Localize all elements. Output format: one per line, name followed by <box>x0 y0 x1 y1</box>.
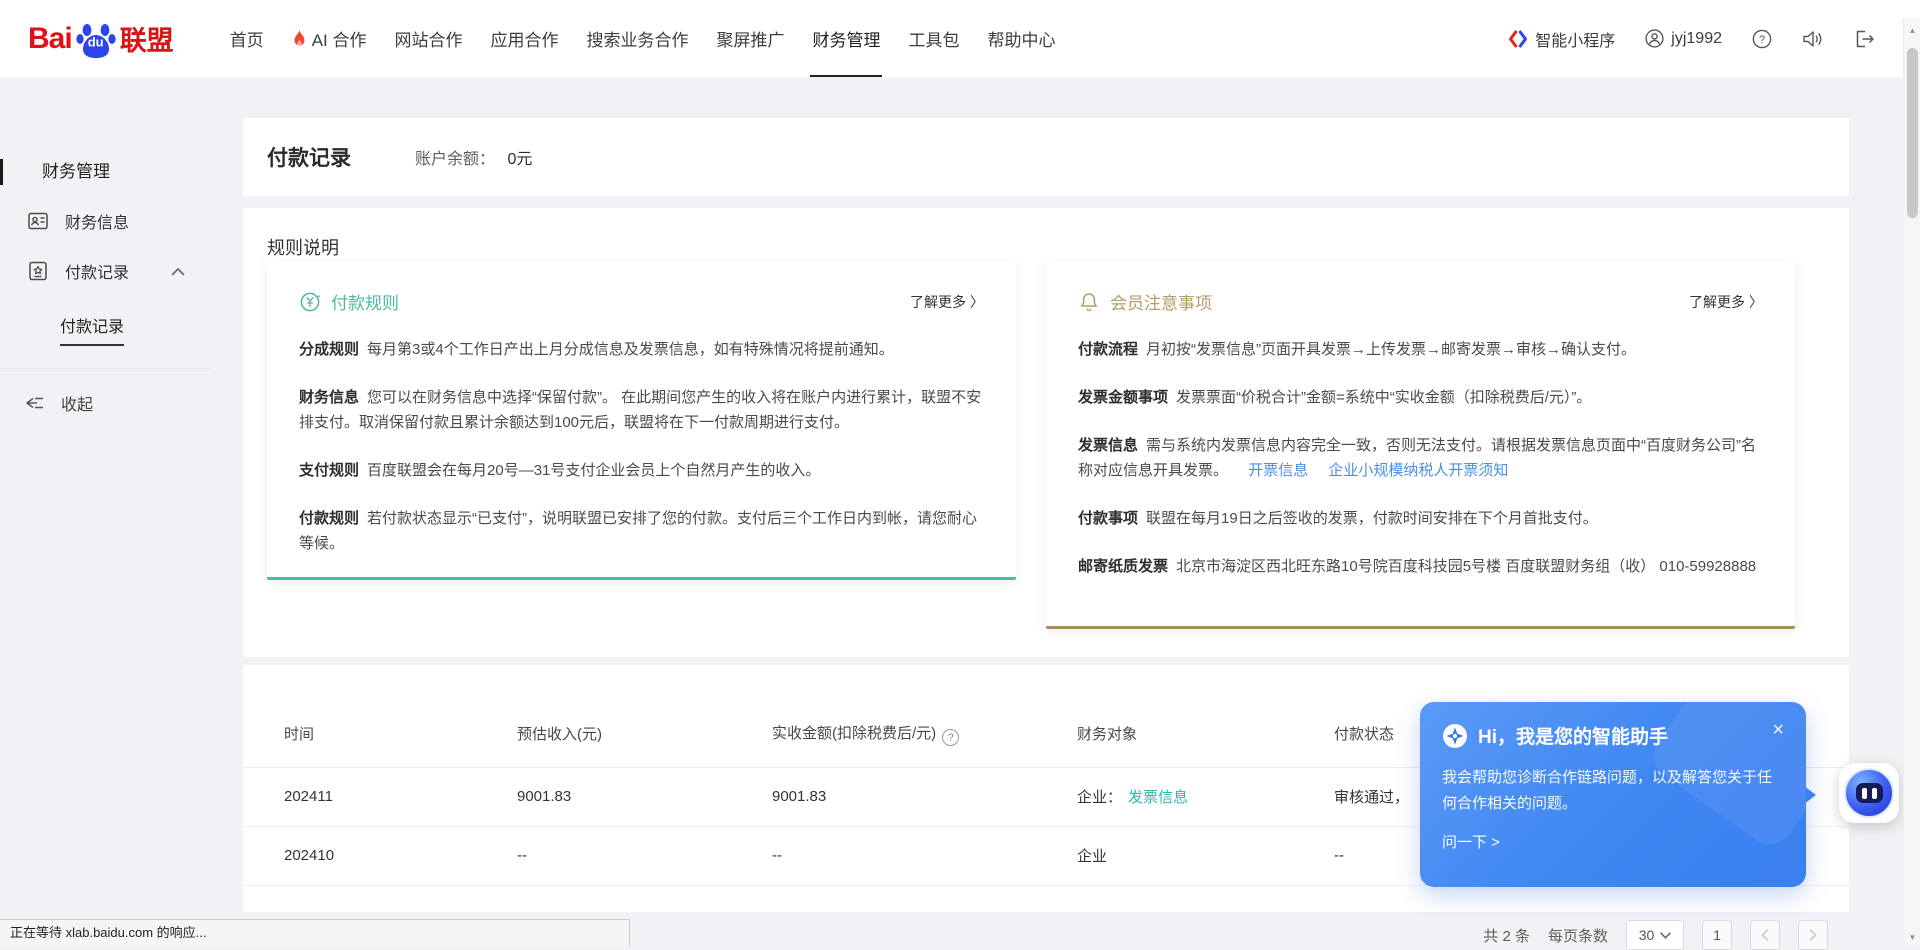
nav-item-ai[interactable]: AI 合作 <box>278 0 381 77</box>
nav-item-home[interactable]: 首页 <box>216 0 278 77</box>
chevron-right-icon: 〉 <box>970 292 984 312</box>
nav-item-search-biz[interactable]: 搜索业务合作 <box>572 0 702 77</box>
rule-item: 付款流程月初按“发票信息”页面开具发票→上传发票→邮寄发票→审核→确认支付。 <box>1078 337 1763 362</box>
cell-time: 202410 <box>243 826 517 885</box>
member-notes-card: 会员注意事项 了解更多〉 付款流程月初按“发票信息”页面开具发票→上传发票→邮寄… <box>1046 261 1795 629</box>
chevron-right-icon: 〉 <box>1749 292 1763 312</box>
bell-icon <box>1078 291 1100 313</box>
rule-item: 付款规则若付款状态显示“已支付”，说明联盟已安排了您的付款。支付后三个工作日内到… <box>299 506 984 556</box>
help-icon[interactable]: ? <box>1752 29 1772 49</box>
payment-rules-more-link[interactable]: 了解更多〉 <box>910 292 984 312</box>
flame-icon <box>292 30 307 48</box>
rule-item: 分成规则每月第3或4个工作日产出上月分成信息及发票信息，如有特殊情况将提前通知。 <box>299 337 984 362</box>
nav-item-screen-promo[interactable]: 聚屏推广 <box>702 0 798 77</box>
user-icon <box>1645 29 1664 48</box>
logo-text-union: 联盟 <box>120 19 174 58</box>
cell-finance-target: 企业 <box>1077 826 1334 885</box>
nav-menu: 首页 AI 合作 网站合作 应用合作 搜索业务合作 聚屏推广 财务管理 工具包 … <box>216 0 1070 77</box>
scroll-down-arrow[interactable]: ▼ <box>1904 933 1920 942</box>
member-notes-header: 会员注意事项 了解更多〉 <box>1078 289 1763 314</box>
balance-label: 账户余额： <box>415 151 495 168</box>
rule-item: 邮寄纸质发票北京市海淀区西北旺东路10号院百度科技园5号楼 百度联盟财务组（收）… <box>1078 554 1763 579</box>
compass-icon <box>1442 723 1468 749</box>
rule-item: 支付规则百度联盟会在每月20号—31号支付企业会员上个自然月产生的收入。 <box>299 458 984 483</box>
rule-item: 财务信息您可以在财务信息中选择“保留付款”。 在此期间您产生的收入将在账户内进行… <box>299 385 984 435</box>
miniprogram-diamond-icon <box>1508 29 1528 49</box>
sidebar-item-payment-records[interactable]: 付款记录 <box>0 259 243 283</box>
nav-item-toolkit[interactable]: 工具包 <box>894 0 973 77</box>
nav-item-app[interactable]: 应用合作 <box>476 0 572 77</box>
col-actual-amount: 实收金额(扣除税费后/元)? <box>772 701 1077 767</box>
payment-rules-header: 付款规则 了解更多〉 <box>299 289 984 314</box>
sidebar-subitem-payment-records[interactable]: 付款记录 <box>60 313 124 337</box>
account-balance: 账户余额： 0元 <box>415 145 532 169</box>
id-card-icon <box>27 210 49 232</box>
badge-star-icon <box>27 260 49 282</box>
caret-down-icon <box>1660 932 1671 939</box>
cell-estimated: -- <box>517 826 772 885</box>
baidu-union-logo[interactable]: Bai du 联盟 <box>28 18 174 60</box>
nav-item-help-center[interactable]: 帮助中心 <box>973 0 1069 77</box>
miniprogram-entry[interactable]: 智能小程序 <box>1508 27 1615 51</box>
browser-status-bar: 正在等待 xlab.baidu.com 的响应... <box>0 919 630 946</box>
col-time: 时间 <box>243 701 517 767</box>
logout-icon[interactable] <box>1854 29 1876 49</box>
sidebar-collapse-button[interactable]: 收起 <box>0 391 93 415</box>
robot-icon <box>1844 768 1894 818</box>
sidebar-item-finance-info[interactable]: 财务信息 <box>0 209 243 233</box>
scrollbar[interactable]: ▲ ▼ <box>1903 18 1920 946</box>
logo-text-du: du <box>88 34 104 49</box>
rules-section-card: 规则说明 付款规则 了解更多〉 分成规则每月第3或4个工作日产出上月分成信息及发… <box>243 208 1849 657</box>
page-header-card: 付款记录 账户余额： 0元 <box>243 118 1849 196</box>
ask-now-link[interactable]: 问一下 > <box>1442 831 1784 852</box>
rule-item: 付款事项联盟在每月19日之后签收的发票，付款时间安排在下个月首批支付。 <box>1078 506 1763 531</box>
assistant-title: Hi，我是您的智能助手 <box>1478 722 1668 749</box>
invoice-info-table-link[interactable]: 发票信息 <box>1128 789 1188 806</box>
cell-actual: -- <box>772 826 1077 885</box>
rule-item: 发票金额事项发票票面“价税合计”金额=系统中“实收金额（扣除税费后/元）”。 <box>1078 385 1763 410</box>
col-estimated-income: 预估收入(元) <box>517 701 772 767</box>
page-title: 付款记录 <box>267 142 351 172</box>
close-icon[interactable]: × <box>1772 720 1784 740</box>
cell-finance-target: 企业：发票信息 <box>1077 767 1334 826</box>
assistant-message: 我会帮助您诊断合作链路问题，以及解答您关于任何合作相关的问题。 <box>1442 765 1784 817</box>
small-taxpayer-notice-link[interactable]: 企业小规模纳税人开票须知 <box>1328 462 1508 479</box>
nav-right: 智能小程序 jyj1992 ? <box>1508 27 1876 51</box>
col-finance-target: 财务对象 <box>1077 701 1334 767</box>
nav-item-finance[interactable]: 财务管理 <box>798 0 894 77</box>
assistant-robot-button[interactable] <box>1839 763 1899 823</box>
member-notes-title: 会员注意事项 <box>1110 289 1212 314</box>
per-page-label: 每页条数 <box>1548 925 1608 946</box>
rule-item: 发票信息需与系统内发票信息内容完全一致，否则无法支付。请根据发票信息页面中“百度… <box>1078 433 1763 483</box>
speaker-icon[interactable] <box>1802 29 1824 49</box>
nav-item-website[interactable]: 网站合作 <box>380 0 476 77</box>
user-account[interactable]: jyj1992 <box>1645 29 1722 48</box>
baidu-paw-icon: du <box>75 18 117 60</box>
collapse-arrow-icon <box>24 395 45 411</box>
rules-section-title: 规则说明 <box>267 234 339 260</box>
assistant-header: Hi，我是您的智能助手 × <box>1442 722 1784 749</box>
member-notes-more-link[interactable]: 了解更多〉 <box>1689 292 1763 312</box>
invoice-info-link[interactable]: 开票信息 <box>1248 462 1308 479</box>
cell-actual: 9001.83 <box>772 767 1077 826</box>
chevron-up-icon[interactable] <box>171 267 185 276</box>
scrollbar-thumb[interactable] <box>1907 48 1918 218</box>
sidebar-section-finance[interactable]: 财务管理 <box>0 159 243 185</box>
column-help-icon[interactable]: ? <box>942 729 959 746</box>
total-count: 共 2 条 <box>1483 925 1530 946</box>
logo-text-bai: Bai <box>28 22 72 56</box>
scroll-up-arrow[interactable]: ▲ <box>1904 26 1920 35</box>
top-nav: Bai du 联盟 首页 AI 合作 网站合作 应用合作 搜索业务合作 聚屏推广… <box>0 0 1920 77</box>
payment-rules-title: 付款规则 <box>331 289 399 314</box>
payment-rules-card: 付款规则 了解更多〉 分成规则每月第3或4个工作日产出上月分成信息及发票信息，如… <box>267 261 1016 580</box>
balance-value: 0元 <box>507 151 532 168</box>
cell-estimated: 9001.83 <box>517 767 772 826</box>
coin-icon <box>299 291 321 313</box>
cell-time: 202411 <box>243 767 517 826</box>
svg-text:?: ? <box>1759 34 1765 46</box>
assistant-popup: Hi，我是您的智能助手 × 我会帮助您诊断合作链路问题，以及解答您关于任何合作相… <box>1420 702 1806 887</box>
sidebar: 财务管理 财务信息 付款记录 付款记录 收起 <box>0 77 243 946</box>
sidebar-divider <box>0 368 213 369</box>
